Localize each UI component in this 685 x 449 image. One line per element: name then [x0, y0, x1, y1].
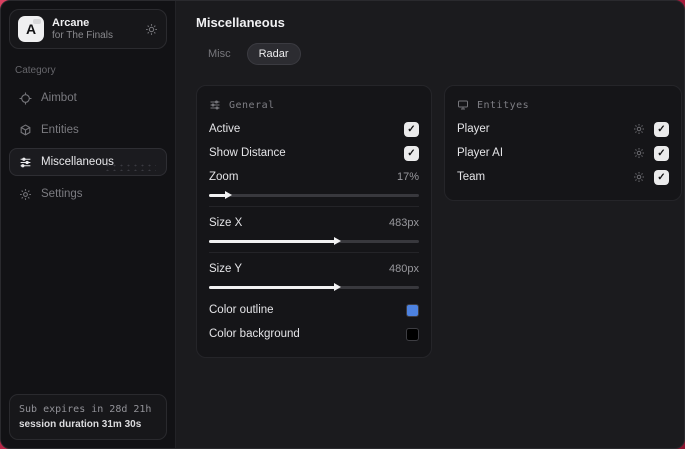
entity-row-player-ai: Player AI: [457, 141, 669, 165]
slider-value: 17%: [396, 171, 419, 183]
entity-label: Player AI: [457, 147, 504, 159]
tab-bar: Misc Radar: [196, 43, 682, 65]
slider-value: 480px: [389, 263, 419, 275]
zoom-slider[interactable]: [209, 191, 419, 199]
entities-panel-title: Entityes: [477, 99, 530, 111]
team-settings-gear-icon[interactable]: [633, 171, 645, 183]
entities-panel: Entityes Player P: [444, 85, 682, 201]
sidebar-item-miscellaneous[interactable]: Miscellaneous: [9, 148, 167, 176]
sidebar-item-label: Settings: [41, 188, 83, 200]
sub-expiry-text: Sub expires in 28d 21h: [19, 404, 152, 415]
sliders-icon: [19, 156, 32, 169]
toggle-label: Active: [209, 123, 241, 135]
size-y-slider-fill[interactable]: [209, 283, 341, 291]
app-subtitle: for The Finals: [52, 29, 113, 41]
sidebar-item-settings[interactable]: Settings: [9, 180, 167, 208]
general-panel-title: General: [229, 99, 275, 111]
crosshair-icon: [19, 92, 32, 105]
session-duration-text: session duration 31m 30s: [19, 419, 142, 430]
zoom-slider-fill[interactable]: [209, 191, 232, 199]
gear-icon: [19, 188, 32, 201]
entity-label: Team: [457, 171, 486, 183]
active-checkbox[interactable]: [404, 121, 419, 137]
general-panel: General Active Show Distance Zoom 17%: [196, 85, 432, 358]
entity-row-player: Player: [457, 117, 669, 141]
sidebar-item-label: Aimbot: [41, 92, 77, 104]
sidebar-item-label: Miscellaneous: [41, 156, 114, 168]
sidebar-item-label: Entities: [41, 124, 79, 136]
general-panel-header: General: [209, 95, 419, 117]
slider-value: 483px: [389, 217, 419, 229]
sidebar: A Arcane for The Finals Category Aimbot: [1, 1, 176, 448]
team-checkbox[interactable]: [654, 169, 669, 185]
color-row-background: Color background: [209, 322, 419, 346]
outline-color-swatch[interactable]: [406, 303, 419, 317]
app-window: A Arcane for The Finals Category Aimbot: [0, 0, 685, 449]
color-row-outline: Color outline: [209, 298, 419, 322]
subscription-status-card: Sub expires in 28d 21h session duration …: [9, 394, 167, 440]
player-settings-gear-icon[interactable]: [633, 123, 645, 135]
profile-text: Arcane for The Finals: [52, 17, 137, 41]
slider-row-zoom: Zoom 17%: [209, 165, 419, 189]
slider-label: Zoom: [209, 171, 239, 183]
app-name: Arcane: [52, 16, 90, 29]
show-distance-checkbox[interactable]: [404, 145, 419, 161]
cube-icon: [19, 123, 32, 137]
toggle-row-show-distance: Show Distance: [209, 141, 419, 165]
size-x-slider-fill[interactable]: [209, 237, 341, 245]
sliders-horizontal-icon: [209, 99, 221, 111]
size-y-slider[interactable]: [209, 283, 419, 291]
entity-row-team: Team: [457, 165, 669, 189]
app-logo: A: [18, 16, 44, 42]
player-ai-settings-gear-icon[interactable]: [633, 147, 645, 159]
slider-row-size-y: Size Y 480px: [209, 257, 419, 281]
player-checkbox[interactable]: [654, 121, 669, 137]
page-title: Miscellaneous: [196, 15, 285, 30]
tab-radar[interactable]: Radar: [246, 43, 301, 65]
player-ai-checkbox[interactable]: [654, 145, 669, 161]
color-label: Color background: [209, 328, 300, 340]
profile-card[interactable]: A Arcane for The Finals: [9, 9, 167, 49]
entity-label: Player: [457, 123, 490, 135]
tab-misc[interactable]: Misc: [196, 43, 243, 65]
entities-panel-header: Entityes: [457, 95, 669, 117]
slider-label: Size X: [209, 217, 243, 229]
sidebar-item-aimbot[interactable]: Aimbot: [9, 84, 167, 112]
profile-gear-icon[interactable]: [145, 23, 158, 36]
panels-row: General Active Show Distance Zoom 17%: [196, 85, 682, 358]
slider-row-size-x: Size X 483px: [209, 211, 419, 235]
category-label: Category: [15, 65, 56, 76]
main-content: Miscellaneous Misc Radar General Active …: [176, 1, 684, 448]
background-color-swatch[interactable]: [406, 327, 419, 341]
toggle-label: Show Distance: [209, 147, 286, 159]
sidebar-item-entities[interactable]: Entities: [9, 116, 167, 144]
monitor-icon: [457, 99, 469, 111]
color-label: Color outline: [209, 304, 274, 316]
size-x-slider[interactable]: [209, 237, 419, 245]
toggle-row-active: Active: [209, 117, 419, 141]
slider-label: Size Y: [209, 263, 243, 275]
divider: [209, 252, 419, 253]
divider: [209, 206, 419, 207]
